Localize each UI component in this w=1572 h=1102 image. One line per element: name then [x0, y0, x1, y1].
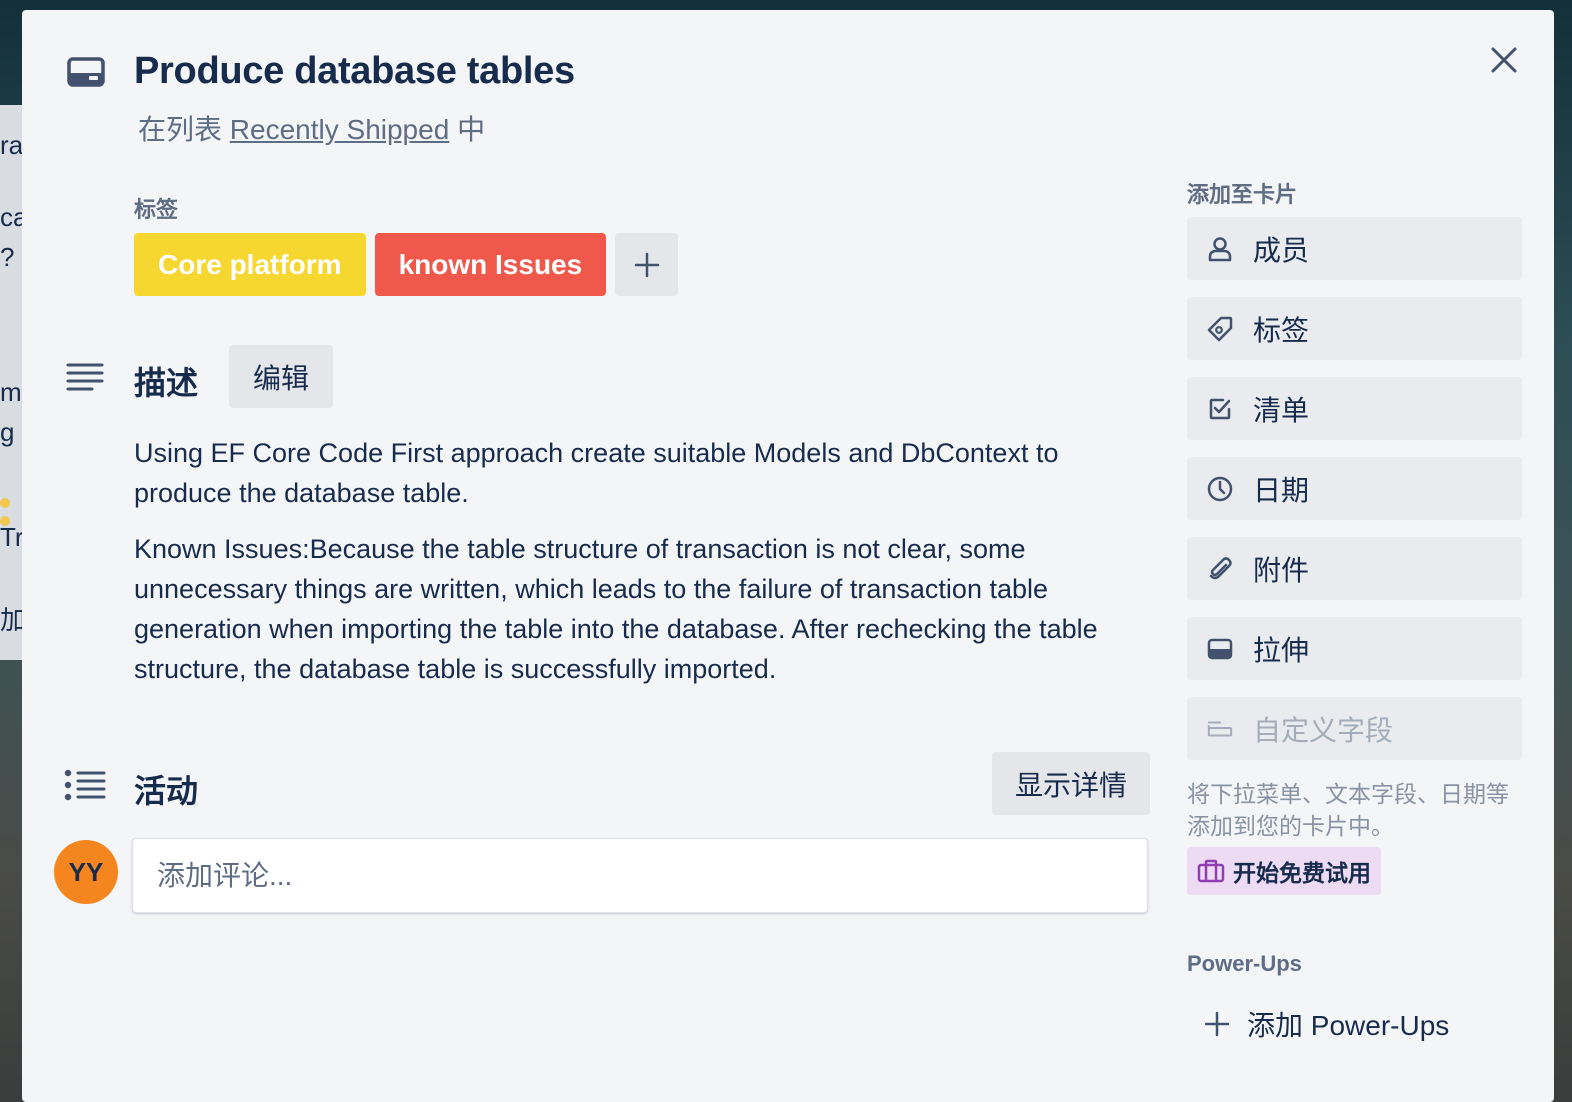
clock-icon — [1207, 476, 1233, 501]
cover-button[interactable]: 拉伸 — [1187, 617, 1522, 680]
comment-input[interactable] — [132, 838, 1148, 913]
cover-label: 拉伸 — [1253, 634, 1310, 666]
background-text: ra — [0, 130, 22, 160]
attachment-button[interactable]: 附件 — [1187, 537, 1522, 600]
card-icon — [67, 57, 105, 87]
list-suffix: 中 — [457, 114, 486, 145]
card-detail-modal: Produce database tables 在列表 Recently Shi… — [22, 10, 1554, 1102]
person-icon — [1208, 236, 1232, 261]
labels-button[interactable]: 标签 — [1187, 297, 1522, 360]
edit-description-button[interactable]: 编辑 — [229, 345, 333, 408]
briefcase-icon — [1197, 859, 1225, 883]
background-list: ra ca ? ma g a Tr 加 — [0, 105, 22, 660]
add-powerups-button[interactable]: 添加 Power-Ups — [1205, 1004, 1449, 1044]
description-icon — [66, 363, 104, 391]
background-text: ? — [0, 242, 15, 272]
background-text: Tr — [0, 522, 22, 552]
close-button[interactable] — [1484, 40, 1524, 80]
tag-icon — [1207, 316, 1233, 341]
attachment-label: 附件 — [1253, 554, 1310, 586]
background-text: ma — [0, 377, 22, 407]
labels-label: 标签 — [1253, 314, 1310, 346]
cover-icon — [1207, 638, 1233, 659]
list-prefix: 在列表 — [138, 114, 223, 145]
start-free-trial-button[interactable]: 开始免费试用 — [1187, 847, 1381, 895]
trial-label: 开始免费试用 — [1233, 860, 1371, 886]
description-heading: 描述 — [134, 365, 199, 401]
plus-icon — [1205, 1012, 1229, 1036]
custom-fields-label: 自定义字段 — [1253, 714, 1394, 746]
description-body[interactable]: Using EF Core Code First approach create… — [134, 433, 1144, 705]
list-breadcrumb: 在列表 Recently Shipped 中 — [138, 108, 485, 148]
card-title[interactable]: Produce database tables — [134, 50, 575, 93]
add-to-card-heading: 添加至卡片 — [1187, 182, 1298, 207]
background-text: 加 — [0, 605, 22, 635]
dates-label: 日期 — [1253, 474, 1310, 506]
custom-fields-button[interactable]: 自定义字段 — [1187, 697, 1522, 760]
description-paragraph: Known Issues:Because the table structure… — [134, 534, 1098, 684]
description-paragraph: Using EF Core Code First approach create… — [134, 438, 1059, 508]
label-known-issues[interactable]: known Issues — [374, 233, 607, 296]
activity-heading: 活动 — [134, 773, 199, 809]
labels-heading: 标签 — [134, 197, 179, 222]
background-text: g a — [0, 417, 22, 447]
avatar[interactable]: YY — [54, 840, 118, 904]
members-label: 成员 — [1253, 234, 1310, 266]
members-button[interactable]: 成员 — [1187, 217, 1522, 280]
checklist-icon — [1209, 398, 1231, 419]
plus-icon — [634, 252, 659, 277]
show-details-button[interactable]: 显示详情 — [992, 752, 1150, 815]
dates-button[interactable]: 日期 — [1187, 457, 1522, 520]
paperclip-icon — [1209, 556, 1232, 579]
list-link[interactable]: Recently Shipped — [230, 114, 449, 145]
background-text: ca — [0, 202, 22, 232]
custom-field-icon — [1207, 720, 1233, 737]
powerups-heading: Power-Ups — [1187, 951, 1302, 976]
activity-icon — [64, 769, 106, 801]
checklist-button[interactable]: 清单 — [1187, 377, 1522, 440]
checklist-label: 清单 — [1253, 394, 1310, 426]
custom-fields-hint: 将下拉菜单、文本字段、日期等添加到您的卡片中。 — [1187, 781, 1509, 839]
label-core-platform[interactable]: Core platform — [134, 233, 366, 296]
add-label-button[interactable] — [615, 233, 679, 296]
close-icon — [1491, 47, 1517, 73]
labels-row: Core platform known Issues — [134, 233, 679, 296]
add-powerups-label: 添加 Power-Ups — [1247, 1010, 1450, 1041]
